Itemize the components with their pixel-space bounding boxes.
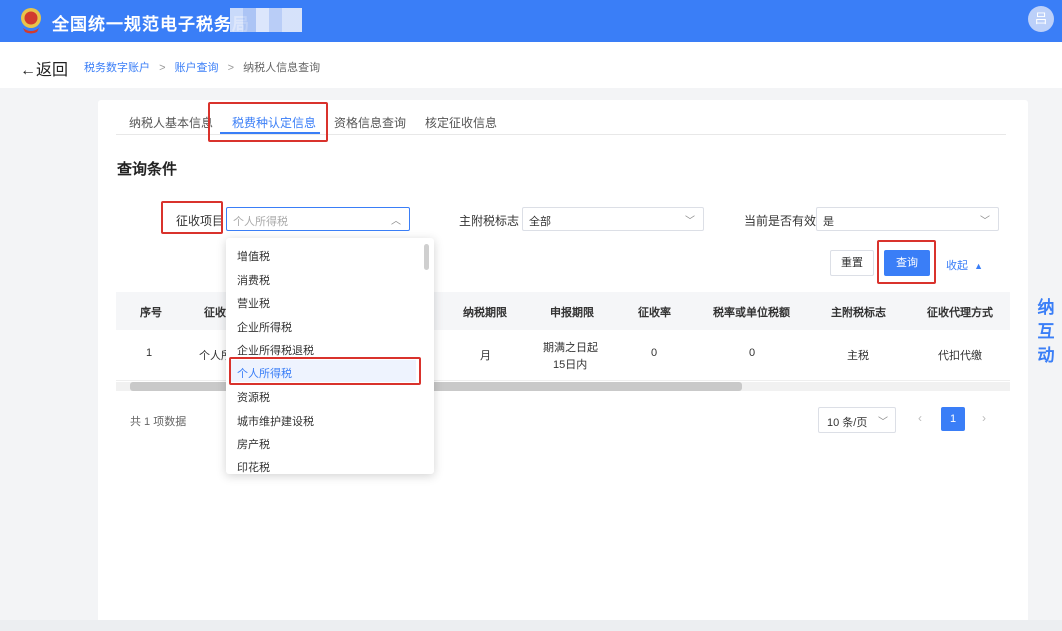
- col-header-unit-tax: 税率或单位税额: [713, 307, 790, 319]
- bottom-edge: [0, 620, 1062, 631]
- breadcrumb: 税务数字账户 > 账户查询 > 纳税人信息查询: [84, 59, 320, 75]
- tab-basic-info[interactable]: 纳税人基本信息: [129, 114, 213, 131]
- main-sub-tax-value: 全部: [529, 216, 551, 228]
- tab-qualification[interactable]: 资格信息查询: [334, 114, 406, 131]
- chevron-down-icon: ﹀: [685, 216, 695, 227]
- dropdown-option[interactable]: 企业所得税退税: [237, 342, 314, 358]
- chevron-down-icon: ﹀: [980, 216, 990, 227]
- levy-item-dropdown: 增值税 消费税 营业税 企业所得税 企业所得税退税 个人所得税 资源税 城市维护…: [226, 238, 434, 474]
- breadcrumb-item-current: 纳税人信息查询: [243, 62, 321, 74]
- section-title: 查询条件: [117, 161, 178, 178]
- page-size-value: 10 条/页: [827, 417, 868, 429]
- tab-assessed-levy[interactable]: 核定征收信息: [425, 114, 497, 131]
- total-count: 共 1 项数据: [130, 416, 187, 428]
- dropdown-option[interactable]: 企业所得税: [237, 319, 292, 335]
- cell-tax-period: 月: [480, 350, 491, 362]
- chevron-up-icon: ︿: [391, 216, 401, 227]
- chevron-down-icon: ﹀: [878, 417, 888, 428]
- currently-valid-select[interactable]: 是 ﹀: [816, 207, 999, 231]
- col-header-filing-deadline: 申报期限: [550, 307, 594, 319]
- side-floating-widget[interactable]: 纳 互 动: [1030, 296, 1062, 368]
- dropdown-option[interactable]: 增值税: [237, 248, 270, 264]
- main-sub-tax-label: 主附税标志: [459, 214, 520, 228]
- dropdown-option[interactable]: 营业税: [237, 295, 270, 311]
- page-number-current[interactable]: 1: [941, 407, 965, 431]
- tabs-divider: [116, 134, 1006, 135]
- col-header-tax-period: 纳税期限: [463, 307, 507, 319]
- horizontal-scrollbar[interactable]: [130, 382, 742, 391]
- tab-tax-type-info[interactable]: 税费种认定信息: [232, 114, 316, 131]
- currently-valid-value: 是: [823, 216, 834, 228]
- breadcrumb-separator: >: [227, 62, 235, 74]
- breadcrumb-item-digital-account[interactable]: 税务数字账户: [84, 62, 150, 74]
- query-button[interactable]: 查询: [884, 250, 930, 276]
- collapse-label: 收起: [946, 260, 968, 272]
- top-header: 全国统一规范电子税务局 吕: [0, 0, 1062, 42]
- levy-item-label: 征收项目: [176, 214, 225, 228]
- prev-page-button[interactable]: ‹: [918, 411, 922, 425]
- col-header-main-sub: 主附税标志: [831, 307, 886, 319]
- dropdown-option[interactable]: 消费税: [237, 272, 270, 288]
- dropdown-option[interactable]: 资源税: [237, 389, 270, 405]
- collapse-toggle[interactable]: 收起 ▲: [946, 257, 983, 273]
- dropdown-scrollbar[interactable]: [424, 244, 429, 270]
- back-button[interactable]: ←返回: [20, 56, 68, 80]
- cell-deadline-line2: 15日内: [553, 359, 588, 371]
- breadcrumb-separator: >: [159, 62, 166, 74]
- cell-levy-rate: 0: [651, 347, 658, 359]
- cell-index: 1: [146, 347, 153, 359]
- side-strip-char: 互: [1037, 322, 1055, 341]
- site-title: 全国统一规范电子税务局: [52, 15, 250, 34]
- tax-emblem-icon: [21, 8, 41, 34]
- cell-unit-tax: 0: [749, 347, 756, 359]
- col-header-index: 序号: [140, 307, 162, 319]
- currently-valid-label: 当前是否有效: [744, 214, 817, 228]
- cell-agent-mode: 代扣代缴: [938, 350, 982, 362]
- blurred-region: [230, 8, 302, 32]
- reset-button[interactable]: 重置: [830, 250, 874, 276]
- col-header-agent-mode: 征收代理方式: [927, 307, 993, 319]
- col-header-levy-rate: 征收率: [638, 307, 671, 319]
- breadcrumb-item-account-query[interactable]: 账户查询: [175, 62, 219, 74]
- side-strip-char: 动: [1037, 346, 1055, 365]
- dropdown-option[interactable]: 城市维护建设税: [237, 413, 314, 429]
- cell-main-sub: 主税: [847, 350, 869, 362]
- cell-deadline-line1: 期满之日起: [543, 342, 598, 354]
- levy-item-select[interactable]: 个人所得税 ︿: [226, 207, 410, 231]
- levy-item-placeholder: 个人所得税: [233, 216, 288, 228]
- main-sub-tax-select[interactable]: 全部 ﹀: [522, 207, 704, 231]
- dropdown-option-selected[interactable]: 个人所得税: [237, 365, 292, 381]
- col-header-levy-item: 征收: [204, 307, 226, 319]
- next-page-button[interactable]: ›: [982, 411, 986, 425]
- user-avatar[interactable]: 吕: [1028, 6, 1054, 32]
- dropdown-option[interactable]: 印花税: [237, 459, 270, 474]
- dropdown-option[interactable]: 房产税: [237, 436, 270, 452]
- active-tab-indicator: [220, 132, 320, 134]
- side-strip-char: 纳: [1037, 298, 1055, 317]
- page-size-select[interactable]: 10 条/页 ﹀: [818, 407, 896, 433]
- chevron-up-icon: ▲: [974, 261, 983, 271]
